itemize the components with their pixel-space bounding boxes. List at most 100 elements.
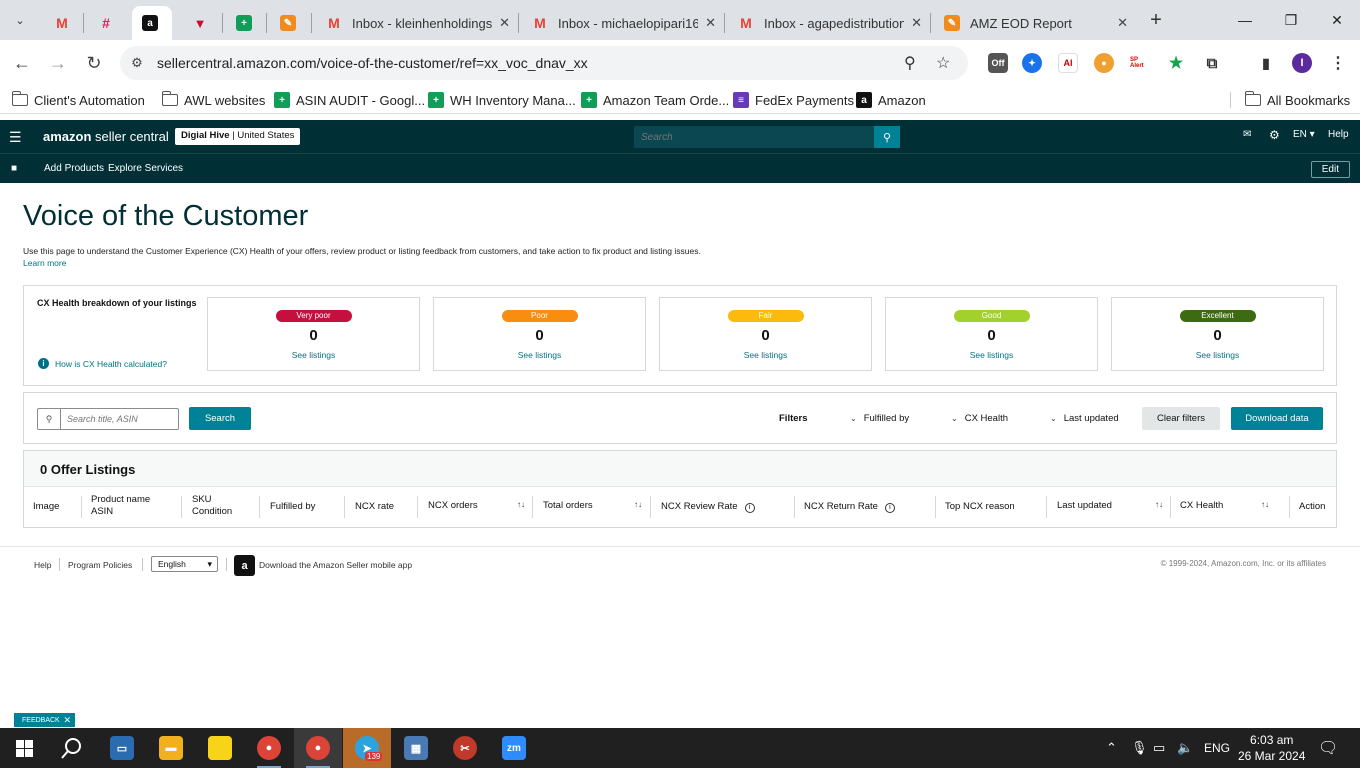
address-bar[interactable]: ⚙ sellercentral.amazon.com/voice-of-the-…	[120, 46, 968, 80]
taskbar-search-button[interactable]	[48, 728, 96, 768]
start-button[interactable]	[0, 728, 48, 768]
close-icon[interactable]: ✕	[911, 15, 922, 31]
bookmark-fedex-payments[interactable]: ≡ FedEx Payments	[733, 90, 854, 110]
profile-avatar[interactable]: I	[1292, 53, 1312, 73]
global-search-input[interactable]	[634, 126, 874, 148]
reload-button[interactable]: ↻	[80, 49, 108, 77]
browser-tab-app[interactable]: ▼	[182, 6, 222, 40]
browser-tab-inbox-3[interactable]: M Inbox - agapedistribution ✕	[728, 6, 930, 40]
system-clock[interactable]: 6:03 am 26 Mar 2024	[1238, 732, 1305, 764]
see-listings-link[interactable]: See listings	[208, 350, 419, 360]
site-info-icon[interactable]: ⚙	[126, 52, 148, 74]
listing-search-input[interactable]	[62, 409, 176, 429]
network-icon[interactable]: ▭	[1153, 740, 1165, 756]
browser-tab-slack[interactable]: #	[88, 6, 128, 40]
edit-nav-button[interactable]: Edit	[1310, 161, 1350, 178]
language-selector[interactable]: EN ▾	[1293, 129, 1315, 140]
taskbar-sticky-notes[interactable]	[196, 728, 244, 768]
taskbar-snipping[interactable]: ✂	[441, 728, 489, 768]
browser-tab-pencil[interactable]: ✎	[270, 6, 310, 40]
program-policies-link[interactable]: Program Policies	[68, 560, 132, 570]
browser-tab-eod-report[interactable]: ✎ AMZ EOD Report ✕	[934, 6, 1136, 40]
close-icon[interactable]: ✕	[705, 15, 716, 31]
bookmark-icon[interactable]: ■	[11, 163, 17, 174]
side-panel-icon[interactable]: ▮	[1256, 53, 1276, 73]
bookmark-asin-audit[interactable]: + ASIN AUDIT - Googl...	[274, 90, 425, 110]
nav-add-products[interactable]: Add Products	[44, 163, 104, 174]
cx-health-how-link[interactable]: i How is CX Health calculated?	[38, 358, 167, 369]
bookmark-amazon[interactable]: a Amazon	[856, 90, 926, 110]
download-app-link[interactable]: Download the Amazon Seller mobile app	[259, 560, 412, 570]
tray-overflow-icon[interactable]: ⌃	[1106, 740, 1117, 756]
clear-filters-button[interactable]: Clear filters	[1142, 407, 1220, 430]
taskbar-file-explorer[interactable]: ▬	[147, 728, 195, 768]
sort-icon[interactable]: ↑↓	[1155, 500, 1163, 509]
see-listings-link[interactable]: See listings	[1112, 350, 1323, 360]
info-icon[interactable]: i	[884, 503, 895, 513]
zoom-icon[interactable]: ⚲	[904, 53, 916, 73]
tab-search-button[interactable]: ⌄	[8, 8, 32, 32]
filter-cx-health[interactable]: ⌄ CX Health	[951, 413, 1008, 424]
see-listings-link[interactable]: See listings	[886, 350, 1097, 360]
search-icon[interactable]: ⚲	[874, 126, 900, 148]
nav-explore-services[interactable]: Explore Services	[108, 163, 183, 174]
new-tab-button[interactable]: +	[1144, 8, 1168, 32]
taskbar-chrome-profile[interactable]: ●	[294, 728, 342, 768]
puzzle-icon[interactable]: ⧉	[1202, 53, 1222, 73]
see-listings-link[interactable]: See listings	[660, 350, 871, 360]
minimize-button[interactable]: —	[1222, 0, 1268, 40]
close-icon[interactable]: ✕	[499, 15, 510, 31]
extension-icon[interactable]: ●	[1094, 53, 1114, 73]
sort-icon[interactable]: ↑↓	[517, 500, 525, 509]
bookmark-awl-websites[interactable]: AWL websites	[161, 90, 265, 110]
forward-button[interactable]: →	[44, 49, 72, 77]
notification-icon[interactable]: 🗨	[1318, 738, 1338, 758]
taskbar-calculator[interactable]: ▦	[392, 728, 440, 768]
mail-icon[interactable]: ✉	[1243, 129, 1251, 140]
off-extension-icon[interactable]: Off	[988, 53, 1008, 73]
sp-alert-extension-icon[interactable]: SP Alert	[1130, 53, 1150, 73]
filter-last-updated[interactable]: ⌄ Last updated	[1050, 413, 1119, 424]
info-icon[interactable]: i	[744, 503, 755, 513]
account-switcher[interactable]: Digial Hive | United States	[175, 128, 301, 145]
microphone-icon[interactable]: 🎙	[1131, 740, 1148, 756]
col-ncx-orders[interactable]: NCX orders	[428, 500, 478, 512]
col-cx-health[interactable]: CX Health	[1180, 500, 1223, 512]
extension-icon[interactable]: ✦	[1022, 53, 1042, 73]
browser-tab-inbox-2[interactable]: M Inbox - michaelopipari16 ✕	[522, 6, 724, 40]
footer-help-link[interactable]: Help	[34, 560, 51, 570]
bookmark-amazon-team-orders[interactable]: + Amazon Team Orde...	[581, 90, 729, 110]
star-extension-icon[interactable]: ★	[1166, 53, 1186, 73]
bookmark-star-icon[interactable]: ☆	[936, 53, 950, 73]
taskbar-zoom[interactable]: zm	[490, 728, 538, 768]
browser-tab-sheets[interactable]: +	[226, 6, 266, 40]
feedback-button[interactable]: FEEDBACK ✕	[14, 713, 75, 727]
hamburger-menu-icon[interactable]: ☰	[9, 129, 22, 146]
all-bookmarks[interactable]: All Bookmarks	[1244, 90, 1350, 110]
search-button[interactable]: Search	[189, 407, 251, 430]
kebab-menu-icon[interactable]: ⋮	[1328, 53, 1348, 73]
close-icon[interactable]: ✕	[1117, 15, 1128, 31]
sort-icon[interactable]: ↑↓	[1261, 500, 1269, 509]
see-listings-link[interactable]: See listings	[434, 350, 645, 360]
volume-icon[interactable]: 🔈	[1177, 740, 1193, 756]
seller-central-logo[interactable]: amazon seller central	[43, 129, 169, 144]
download-data-button[interactable]: Download data	[1231, 407, 1323, 430]
restore-button[interactable]: ❐	[1268, 0, 1314, 40]
gear-icon[interactable]: ⚙	[1269, 128, 1280, 142]
help-link[interactable]: Help	[1328, 129, 1349, 140]
taskbar-app-pc[interactable]: ▭	[98, 728, 146, 768]
filter-fulfilled-by[interactable]: ⌄ Fulfilled by	[850, 413, 909, 424]
browser-tab-inbox-1[interactable]: M Inbox - kleinhenholdingsll ✕	[316, 6, 518, 40]
browser-tab-amazon[interactable]: a	[132, 6, 172, 40]
taskbar-chrome[interactable]: ●	[245, 728, 293, 768]
back-button[interactable]: ←	[8, 49, 36, 77]
sort-icon[interactable]: ↑↓	[634, 500, 642, 509]
extension-icon[interactable]: AI	[1058, 53, 1078, 73]
taskbar-telegram[interactable]: ➤ 139	[343, 728, 391, 768]
close-icon[interactable]: ✕	[63, 715, 71, 726]
col-last-updated[interactable]: Last updated	[1057, 500, 1112, 512]
bookmark-clients-automation[interactable]: Client's Automation	[11, 90, 145, 110]
footer-language-select[interactable]: English ▾	[151, 556, 218, 572]
input-language[interactable]: ENG	[1204, 741, 1230, 755]
